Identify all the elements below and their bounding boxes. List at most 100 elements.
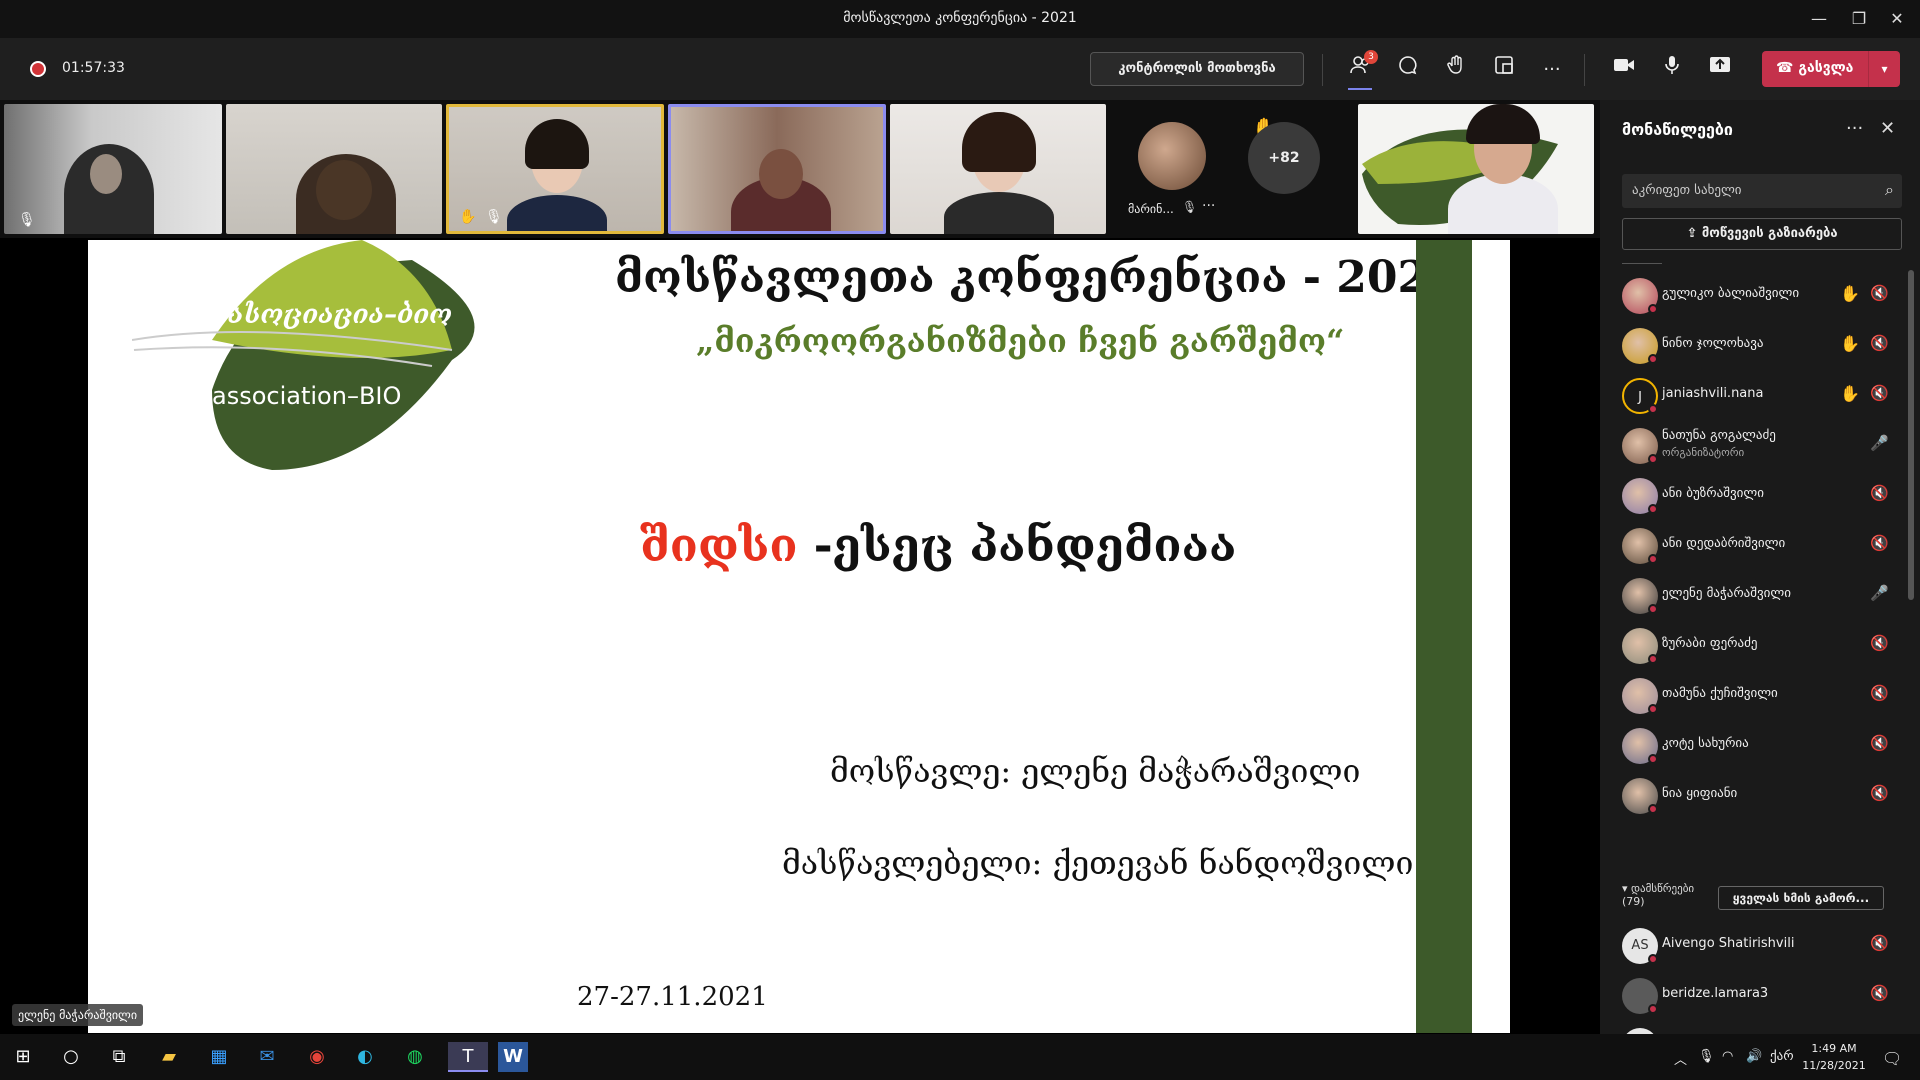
notifications-icon[interactable]: 🗨 <box>1882 1049 1902 1068</box>
search-icon: ⌕ <box>1885 180 1894 199</box>
attendee-row[interactable]: beridze.lamara3 🔇 <box>1600 970 1900 1020</box>
chrome-icon[interactable]: ◉ <box>302 1042 332 1072</box>
panel-title: მონაწილეები <box>1622 120 1733 139</box>
participant-row[interactable]: ანი დედაბრიშვილი 🔇 <box>1600 520 1900 570</box>
slide-topic: შიდსი -ესეც პანდემიაა <box>640 518 1236 572</box>
volume-icon[interactable]: 🔊 <box>1746 1049 1762 1064</box>
participant-row[interactable]: ზურაბი ფერაძე 🔇 <box>1600 620 1900 670</box>
participant-row[interactable]: კოტე სახურია 🔇 <box>1600 720 1900 770</box>
teams-icon[interactable]: T <box>448 1042 488 1072</box>
file-explorer-icon[interactable]: ▰ <box>154 1042 184 1072</box>
muted-mic-icon: 🎙 <box>485 209 503 225</box>
participant-name: თამუნა ქუჩიშვილი <box>1662 686 1778 701</box>
video-tile[interactable] <box>668 104 886 234</box>
window-title: მოსწავლეთა კონფერენცია - 2021 <box>843 10 1077 26</box>
participant-row[interactable]: ნინო ჯოლოხავა ✋ 🔇 <box>1600 320 1900 370</box>
participant-row[interactable]: გულიკო ბალიაშვილი ✋ 🔇 <box>1600 270 1900 320</box>
participant-row[interactable]: ანი ბუზრაშვილი 🔇 <box>1600 470 1900 520</box>
task-view-icon[interactable]: ⧉ <box>104 1042 134 1072</box>
attendees-label: დამსწრეები <box>1631 882 1695 895</box>
close-window-button[interactable]: ✕ <box>1874 6 1920 32</box>
attendee-name: Aivengo Shatirishvili <box>1662 936 1795 951</box>
more-options-icon[interactable]: ··· <box>1536 54 1568 86</box>
edge-icon[interactable]: ◐ <box>350 1042 380 1072</box>
logo-text-english: association–BIO <box>212 382 402 410</box>
store-icon[interactable]: ▦ <box>204 1042 234 1072</box>
status-dot <box>1648 404 1658 414</box>
panel-more-icon[interactable]: ··· <box>1846 118 1863 139</box>
mic-muted-icon[interactable]: 🔇 <box>1870 684 1889 702</box>
slide-date: 27-27.11.2021 <box>577 982 768 1012</box>
mic-muted-icon[interactable]: 🔇 <box>1870 534 1889 552</box>
taskbar-clock[interactable]: 1:49 AM 11/28/2021 <box>1800 1040 1868 1074</box>
attendees-section-header[interactable]: ▾ დამსწრეები (79) <box>1622 882 1694 908</box>
microphone-icon[interactable] <box>1656 54 1688 86</box>
leave-dropdown-icon[interactable]: ▾ <box>1868 51 1900 87</box>
word-icon[interactable]: W <box>498 1042 528 1072</box>
spotify-icon[interactable]: ◍ <box>400 1042 430 1072</box>
tray-chevron-icon[interactable]: ︿ <box>1674 1049 1687 1068</box>
mic-muted-icon[interactable]: 🔇 <box>1870 334 1889 352</box>
video-tile[interactable] <box>890 104 1106 234</box>
more-participants-count[interactable]: +82 <box>1248 122 1320 194</box>
raised-hand-icon: ✋ <box>1840 384 1860 403</box>
participants-icon[interactable]: 3 <box>1344 50 1378 90</box>
search-icon[interactable]: ○ <box>56 1042 86 1072</box>
leave-text: გასვლა <box>1798 60 1854 76</box>
mic-muted-icon[interactable]: 🔇 <box>1870 484 1889 502</box>
participant-search-input[interactable]: აკრიფეთ სახელი ⌕ <box>1622 174 1902 208</box>
share-screen-icon[interactable] <box>1704 54 1736 86</box>
language-indicator[interactable]: ქარ <box>1770 1049 1794 1064</box>
participant-row[interactable]: ელენე მაჭარაშვილი 🎤 <box>1600 570 1900 620</box>
attendee-row[interactable]: AS Aivengo Shatirishvili 🔇 <box>1600 920 1900 970</box>
participant-row[interactable]: თამუნა ქუჩიშვილი 🔇 <box>1600 670 1900 720</box>
tray-mic-icon[interactable]: 🎙 <box>1698 1049 1715 1064</box>
video-tile[interactable]: 🎙 <box>4 104 222 234</box>
mic-muted-icon[interactable]: 🔇 <box>1870 984 1889 1002</box>
mic-muted-icon[interactable]: 🔇 <box>1870 284 1889 302</box>
participant-row[interactable]: ნათუნა გოგალაძე ორგანიზატორი 🎤 <box>1600 420 1900 470</box>
muted-mic-icon: 🎙 <box>18 212 36 228</box>
wifi-icon[interactable]: ◠ <box>1722 1049 1733 1064</box>
participant-row[interactable]: ნია ყიფიანი 🔇 <box>1600 770 1900 820</box>
mic-muted-icon[interactable]: 🔇 <box>1870 934 1889 952</box>
panel-close-icon[interactable]: ✕ <box>1880 118 1895 139</box>
rooms-icon[interactable] <box>1488 54 1520 86</box>
camera-icon[interactable] <box>1608 54 1640 86</box>
video-tile-organizer[interactable] <box>1358 104 1594 234</box>
mic-on-icon[interactable]: 🎤 <box>1870 434 1889 452</box>
attendee-row[interactable]: Cchkheidze.tsiala🔇 <box>1600 1020 1900 1034</box>
mic-muted-icon[interactable]: 🔇 <box>1870 784 1889 802</box>
request-control-button[interactable]: კონტროლის მოთხოვნა <box>1090 52 1304 86</box>
share-invite-button[interactable]: ⇪ მოწვევის გაზიარება <box>1622 218 1902 250</box>
participant-row[interactable]: Jjaniashvili.nana ✋ 🔇 <box>1600 370 1900 420</box>
leave-button[interactable]: ☎ გასვლა ▾ <box>1762 51 1900 87</box>
mic-muted-icon[interactable]: 🔇 <box>1870 384 1889 402</box>
panel-scrollbar[interactable] <box>1908 270 1914 600</box>
status-dot <box>1648 954 1658 964</box>
chat-icon[interactable] <box>1392 54 1424 86</box>
mail-icon[interactable]: ✉ <box>252 1042 282 1072</box>
more-options-icon[interactable]: ··· <box>1202 198 1215 214</box>
association-bio-logo <box>132 240 475 470</box>
clock-date: 11/28/2021 <box>1802 1059 1866 1072</box>
reactions-icon[interactable] <box>1440 54 1472 86</box>
participant-list: გულიკო ბალიაშვილი ✋ 🔇 ნინო ჯოლოხავა ✋ 🔇 Jjania… <box>1600 258 1900 1034</box>
mic-on-icon[interactable]: 🎤 <box>1870 584 1889 602</box>
mic-muted-icon[interactable]: 🔇 <box>1870 734 1889 752</box>
topic-highlight: შიდსი <box>640 518 798 572</box>
participants-panel: მონაწილეები ··· ✕ აკრიფეთ სახელი ⌕ ⇪ მოწ… <box>1600 100 1920 1034</box>
start-icon[interactable]: ⊞ <box>8 1042 38 1072</box>
muted-mic-icon: 🎙 <box>1182 200 1198 214</box>
window-titlebar: მოსწავლეთა კონფერენცია - 2021 — ❐ ✕ <box>0 0 1920 38</box>
meeting-toolbar: 01:57:33 კონტროლის მოთხოვნა 3 ··· ☎ გასვ… <box>0 38 1920 100</box>
mic-muted-icon[interactable]: 🔇 <box>1870 634 1889 652</box>
video-tile[interactable] <box>226 104 442 234</box>
list-top-divider <box>1622 258 1662 264</box>
status-dot <box>1648 804 1658 814</box>
participant-name: ანი დედაბრიშვილი <box>1662 536 1786 551</box>
logo-text-georgian: ასოციაცია–ბიო <box>228 300 453 330</box>
mute-all-button[interactable]: ყველას ხმის გამორ... <box>1718 886 1884 910</box>
search-placeholder: აკრიფეთ სახელი <box>1632 183 1742 198</box>
video-tile-speaking[interactable]: ✋ 🎙 <box>446 104 664 234</box>
